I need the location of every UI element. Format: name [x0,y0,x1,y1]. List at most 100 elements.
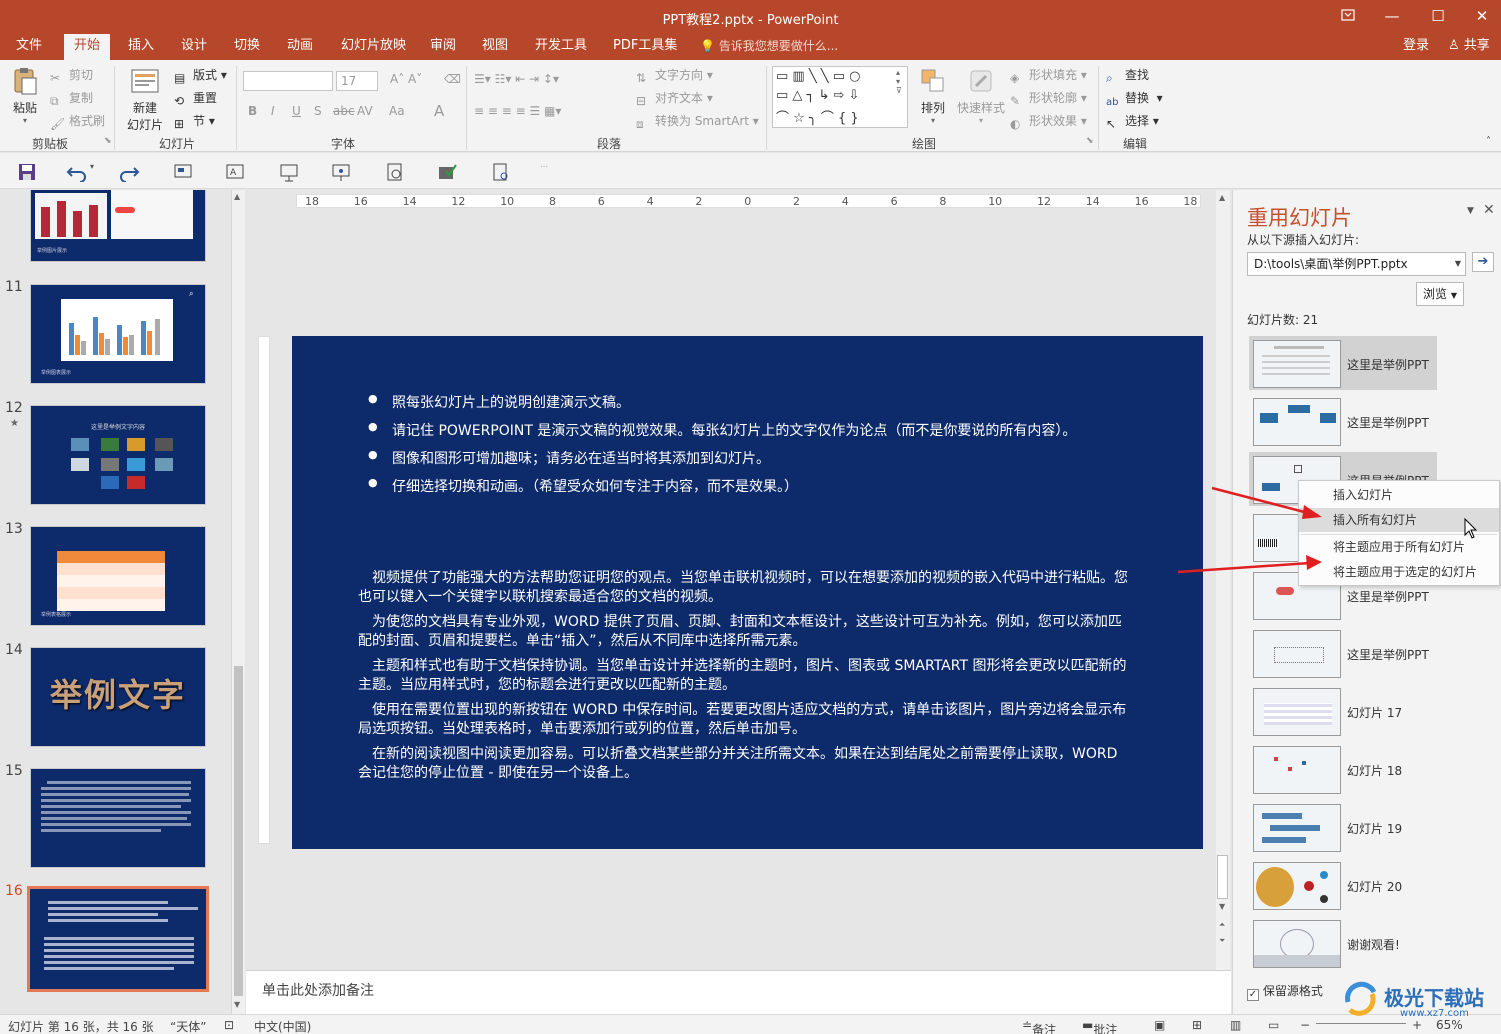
minimize-button[interactable]: — [1372,4,1412,30]
slide-canvas[interactable]: 照每张幻灯片上的说明创建演示文稿。 请记住 POWERPOINT 是演示文稿的视… [292,336,1203,849]
text-direction-button[interactable]: ⇅ 文字方向 ▾ [636,66,713,87]
bullets-icon[interactable]: ☰▾ ☷▾ ⇤ ⇥ ↕▾ [474,72,559,86]
zoom-slider[interactable] [1316,1023,1406,1024]
redo-icon[interactable] [118,162,140,182]
shadow-button[interactable]: S [314,104,322,118]
bullet-list[interactable]: 照每张幻灯片上的说明创建演示文稿。 请记住 POWERPOINT 是演示文稿的视… [368,392,1076,504]
presenter-icon[interactable] [330,162,352,182]
thumbnail-scroll-thumb[interactable] [234,666,243,996]
font-name-combo[interactable] [243,71,333,91]
smartart-button[interactable]: ⧈ 转换为 SmartArt ▾ [636,112,759,133]
font-size-combo[interactable]: 17 [336,71,378,91]
reuse-slide-item[interactable]: 幻灯片 20 [1249,858,1437,912]
find-button[interactable]: ⌕ 查找 [1106,66,1149,87]
body-text[interactable]: 视频提供了功能强大的方法帮助您证明您的观点。当您单击联机视频时，可以在想要添加的… [358,569,1128,789]
previous-slide-icon[interactable]: ⏶ [1219,920,1225,930]
shape-outline-button[interactable]: ✎ 形状轮廓 ▾ [1010,89,1087,110]
normal-view-icon[interactable]: ▣ [1154,1018,1165,1032]
reuse-slide-item[interactable]: 这里是举例PPT [1249,626,1437,680]
slide-thumbnail-active[interactable] [27,886,209,992]
char-spacing-button[interactable]: AV [357,104,373,118]
scroll-down-icon[interactable]: ▼ [234,1000,240,1009]
replace-button[interactable]: ab 替换 ▾ [1106,89,1163,113]
slide-thumbnail-pane[interactable]: 举例图片展示 11 ⌕ 举例图表展示 12 ★ 这里是举例文字内容 13 举例表… [0,190,230,1014]
slide-thumbnail[interactable] [30,768,206,868]
shape-fill-button[interactable]: ◈ 形状填充 ▾ [1010,66,1087,87]
tab-slideshow[interactable]: 幻灯片放映 [337,34,410,60]
drawing-launcher-icon[interactable]: ⬊ [1086,136,1094,146]
change-case-button[interactable]: Aa [389,104,405,118]
tell-me-search[interactable]: 💡 告诉我您想要做什么... [700,34,838,58]
tab-view[interactable]: 视图 [478,34,512,60]
tab-review[interactable]: 审阅 [426,34,460,60]
shapes-gallery[interactable]: ▭ ▥ ╲ ╲ ▭ ○ ▭ △ ┐ ↳ ⇨ ⇩ ⌒ ☆ ╮ ⌒ { } [772,66,908,128]
tab-home[interactable]: 开始 [64,34,111,60]
section-button[interactable]: ⊞ 节 ▾ [174,112,215,133]
body-paragraph[interactable]: 主题和样式也有助于文档保持协调。当您单击设计并选择新的主题时，图片、图表或 SM… [358,657,1128,695]
increase-font-icon[interactable]: A˄ A˅ [390,72,422,86]
notes-toggle[interactable]: ≐ 备注 [1022,1018,1056,1034]
zoom-in-icon[interactable]: + [1412,1018,1422,1032]
save-icon[interactable] [16,162,38,182]
page-setup-icon[interactable] [490,162,512,182]
strikethrough-button[interactable]: abc [333,104,355,118]
italic-button[interactable]: I [271,104,275,118]
reuse-slide-item[interactable]: 这里是举例PPT [1249,336,1437,390]
slideshow-icon[interactable] [172,162,194,182]
body-paragraph[interactable]: 视频提供了功能强大的方法帮助您证明您的观点。当您单击联机视频时，可以在想要添加的… [358,569,1128,607]
reuse-slide-item[interactable]: 这里是举例PPT [1249,394,1437,448]
bold-button[interactable]: B [248,104,257,118]
close-button[interactable]: ✕ [1462,4,1501,30]
slideshow-view-icon[interactable]: ▭ [1268,1018,1279,1032]
menu-item-apply-theme-selected[interactable]: 将主题应用于选定的幻灯片 [1299,560,1499,584]
bullet-item[interactable]: 仔细选择切换和动画。（希望受众如何专注于内容，而不是效果。） [368,476,1076,496]
scroll-down-icon[interactable]: ▼ [1219,902,1225,911]
collapse-ribbon-icon[interactable]: ˄ [1486,136,1491,147]
body-paragraph[interactable]: 在新的阅读视图中阅读更加容易。可以折叠文档某些部分并关注所需文本。如果在达到结尾… [358,745,1128,783]
align-icons[interactable]: ≡ ≡ ≡ ≡ ☰ ▦▾ [474,104,561,118]
align-text-button[interactable]: ⊟ 对齐文本 ▾ [636,89,713,110]
tab-design[interactable]: 设计 [177,34,211,60]
format-painter-button[interactable]: 🖌 格式刷 [50,112,105,133]
tab-transitions[interactable]: 切换 [230,34,264,60]
tab-file[interactable]: 文件 [12,34,46,60]
ribbon-display-icon[interactable] [1328,4,1368,30]
chevron-down-icon[interactable]: ▼ [1455,253,1461,275]
zoom-out-icon[interactable]: − [1300,1018,1310,1032]
paste-button[interactable]: 粘贴 ▾ [8,66,42,125]
slide-thumbnail[interactable]: 这里是举例文字内容 [30,405,206,505]
reuse-slide-item[interactable]: 幻灯片 18 [1249,742,1437,796]
tab-developer[interactable]: 开发工具 [531,34,591,60]
preview-icon[interactable] [384,162,406,182]
body-paragraph[interactable]: 为使您的文档具有专业外观，WORD 提供了页眉、页脚、封面和文本框设计，这些设计… [358,613,1128,651]
notes-placeholder[interactable]: 单击此处添加备注 [262,980,374,1000]
maximize-button[interactable]: ☐ [1418,4,1458,30]
customize-qat-icon[interactable]: ⋯ [540,162,562,182]
cut-button[interactable]: ✂ 剪切 [50,66,93,87]
arrange-button[interactable]: 排列 ▾ [914,66,952,125]
quick-styles-button[interactable]: 快速样式 ▾ [956,66,1006,125]
select-button[interactable]: ↖ 选择 ▾ [1106,112,1159,133]
reading-view-icon[interactable]: ▥ [1230,1018,1241,1032]
spellcheck-icon[interactable] [436,162,458,182]
zoom-level[interactable]: 65% [1436,1018,1463,1032]
login-link[interactable]: 登录 [1403,34,1429,58]
reuse-slide-item[interactable]: 幻灯片 19 [1249,800,1437,854]
bullet-item[interactable]: 请记住 POWERPOINT 是演示文稿的视觉效果。每张幻灯片上的文字仅作为论点… [368,420,1076,440]
present-icon[interactable] [278,162,300,182]
menu-item-insert-slide[interactable]: 插入幻灯片 [1299,483,1499,507]
menu-item-apply-theme-all[interactable]: 将主题应用于所有幻灯片 [1299,535,1499,559]
keep-format-checkbox[interactable]: ✓ 保留源格式 [1247,982,1323,1001]
slide-thumbnail[interactable]: 举例文字 [30,647,206,747]
copy-button[interactable]: ⧉ 复制 [50,89,93,110]
slide-thumbnail[interactable]: 举例表格展示 [30,526,206,626]
reuse-slide-item[interactable]: 谢谢观看! [1249,916,1437,970]
pane-close-icon[interactable]: ✕ [1483,202,1495,218]
checkmark-icon[interactable]: ✓ [1247,989,1259,1001]
tab-insert[interactable]: 插入 [124,34,158,60]
pane-options-icon[interactable]: ▼ [1467,206,1474,216]
slide-thumbnail[interactable]: ⌕ 举例图表展示 [30,284,206,384]
clipboard-launcher-icon[interactable]: ⬊ [104,136,112,146]
go-arrow-button[interactable]: ➔ [1472,252,1494,272]
accessibility-icon[interactable]: ⊡ [224,1018,234,1032]
